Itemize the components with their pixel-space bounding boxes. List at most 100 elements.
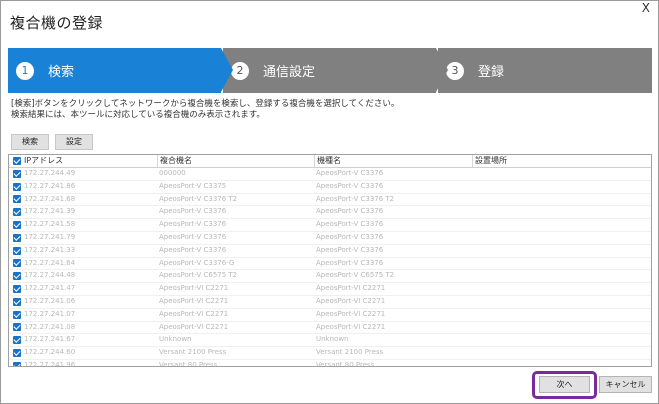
cell-model-name: ApeosPort-V C3376 xyxy=(316,220,384,229)
row-checkbox[interactable] xyxy=(13,285,21,294)
ip-text: 172.27.241.47 xyxy=(24,284,76,293)
cell-ip-address: 172.27.241.06 xyxy=(9,296,157,308)
select-all-checkbox[interactable] xyxy=(13,157,21,165)
row-checkbox[interactable] xyxy=(13,233,21,242)
header-device-name[interactable]: 複合機名 xyxy=(157,155,314,167)
cell-model-name: ApeosPort-VI C2271 xyxy=(316,296,386,305)
table-toolbar: 検索 設定 xyxy=(11,134,93,150)
cell-model-name: ApeosPort-VI C2271 xyxy=(316,284,386,293)
cell-device-name: ApeosPort-V C3376-G xyxy=(159,258,235,267)
table-row[interactable]: 172.27.241.79 ApeosPort-V C3376 ApeosPort-… xyxy=(9,232,651,245)
step-label: 登録 xyxy=(478,65,505,80)
cell-device-name: Versant 80 Press xyxy=(159,360,218,367)
cell-model-name: ApeosPort-V C3376 xyxy=(316,258,384,267)
cell-model-name: ApeosPort-V C3376 xyxy=(316,169,384,177)
row-checkbox[interactable] xyxy=(13,336,21,345)
instructions: [検索]ボタンをクリックしてネットワークから複合機を検索し、登録する複合機を選択… xyxy=(11,99,399,121)
cell-ip-address: 172.27.241.68 xyxy=(9,194,157,206)
cell-device-name: ApeosPort-VI C2271 xyxy=(159,309,229,318)
table-row[interactable]: 172.27.241.47 ApeosPort-VI C2271 ApeosPort… xyxy=(9,283,651,296)
step-number: 2 xyxy=(231,61,249,80)
cell-model-name: ApeosPort-V C3376 xyxy=(316,207,384,216)
row-checkbox[interactable] xyxy=(13,349,21,358)
header-model-name[interactable]: 機種名 xyxy=(314,155,472,167)
cell-ip-address: 172.27.241.47 xyxy=(9,283,157,295)
row-checkbox[interactable] xyxy=(13,361,21,366)
search-button[interactable]: 検索 xyxy=(11,134,49,150)
row-checkbox[interactable] xyxy=(13,323,21,332)
table-row[interactable]: 172.27.241.33 ApeosPort-V C3376 ApeosPort-… xyxy=(9,245,651,258)
row-checkbox[interactable] xyxy=(13,182,21,191)
cell-location xyxy=(472,360,651,366)
cell-device-name: ApeosPort-VI C2271 xyxy=(159,284,229,293)
row-checkbox[interactable] xyxy=(13,310,21,319)
row-checkbox[interactable] xyxy=(13,221,21,230)
cell-model-name: ApeosPort-V C3376 xyxy=(316,245,384,254)
ip-text: 172.27.241.68 xyxy=(24,194,76,203)
table-row[interactable]: 172.27.241.08 ApeosPort-VI C2271 ApeosPort… xyxy=(9,322,651,335)
cell-ip-address: 172.27.241.33 xyxy=(9,245,157,257)
step-label: 通信設定 xyxy=(263,65,316,80)
table-row[interactable]: 172.27.241.58 ApeosPort-V C3376 ApeosPort-… xyxy=(9,219,651,232)
cell-ip-address: 172.27.244.60 xyxy=(9,347,157,359)
cancel-button[interactable]: キャンセル xyxy=(599,376,652,393)
table-row[interactable]: 172.27.241.68 ApeosPort-V C3376 T2 ApeosPo… xyxy=(9,194,651,207)
table-row[interactable]: 172.27.241.39 ApeosPort-V C3376 ApeosPort-… xyxy=(9,206,651,220)
cell-ip-address: 172.27.241.67 xyxy=(9,334,157,346)
cell-device-name: ApeosPort-VI C2271 xyxy=(159,296,229,305)
cell-location xyxy=(472,347,651,359)
row-checkbox[interactable] xyxy=(13,195,21,204)
table-row[interactable]: 172.27.241.07 ApeosPort-VI C2271 ApeosPort… xyxy=(9,309,651,322)
cell-location xyxy=(472,245,651,257)
cell-device-name: 000000 xyxy=(159,169,186,177)
table-row[interactable]: 172.27.244.49 000000 ApeosPort-V C3376 xyxy=(9,168,651,181)
ip-text: 172.27.241.06 xyxy=(24,296,76,305)
ip-text: 172.27.244.48 xyxy=(24,271,76,280)
cell-model-name: Versant 2100 Press xyxy=(316,348,384,357)
table-row[interactable]: 172.27.244.48 ApeosPort-V C6575 T2 ApeosPo… xyxy=(9,270,651,284)
table-row[interactable]: 172.27.241.06 ApeosPort-VI C2271 ApeosPort… xyxy=(9,296,651,309)
table-row[interactable]: 172.27.241.86 ApeosPort-V C3375 ApeosPort-… xyxy=(9,181,651,194)
cell-location xyxy=(472,258,651,270)
device-table: IPアドレス 複合機名 機種名 設置場所 172.27.244.49 000000… xyxy=(8,154,652,367)
ip-text: 172.27.244.60 xyxy=(24,348,76,357)
cell-ip-address: 172.27.241.79 xyxy=(9,232,157,244)
cell-location xyxy=(472,270,651,282)
header-location[interactable]: 設置場所 xyxy=(472,155,651,167)
cell-ip-address: 172.27.241.64 xyxy=(9,258,157,270)
row-checkbox[interactable] xyxy=(13,272,21,281)
row-checkbox[interactable] xyxy=(13,259,21,268)
ip-text: 172.27.241.67 xyxy=(24,335,76,344)
row-checkbox[interactable] xyxy=(13,208,21,217)
table-body: 172.27.244.49 000000 ApeosPort-V C3376 172.… xyxy=(9,168,651,367)
ip-text: 172.27.241.39 xyxy=(24,207,76,216)
table-row[interactable]: 172.27.241.96 Versant 80 Press Versant 80 … xyxy=(9,360,651,367)
table-row[interactable]: 172.27.241.64 ApeosPort-V C3376-G ApeosPor… xyxy=(9,258,651,271)
cell-ip-address: 172.27.241.39 xyxy=(9,206,157,218)
settings-button[interactable]: 設定 xyxy=(55,134,93,150)
step-label: 検索 xyxy=(48,65,75,80)
next-button[interactable]: 次へ xyxy=(539,376,590,393)
cell-ip-address: 172.27.241.08 xyxy=(9,322,157,334)
cell-device-name: ApeosPort-VI C2271 xyxy=(159,322,229,331)
ip-text: 172.27.241.58 xyxy=(24,220,76,229)
cell-location xyxy=(472,219,651,231)
close-icon[interactable]: X xyxy=(642,1,650,15)
cell-location xyxy=(472,296,651,308)
row-checkbox[interactable] xyxy=(13,169,21,178)
row-checkbox[interactable] xyxy=(13,297,21,306)
cell-device-name: ApeosPort-V C3376 xyxy=(159,232,227,241)
table-row[interactable]: 172.27.244.60 Versant 2100 Press Versant 2… xyxy=(9,347,651,360)
ip-text: 172.27.244.49 xyxy=(24,169,76,177)
cell-device-name: ApeosPort-V C3376 xyxy=(159,220,227,229)
header-ip-address[interactable]: IPアドレス xyxy=(9,155,157,167)
register-device-dialog: 複合機の登録 X 1 検索 2 通信設定 3 登録 [検索]ボタンをクリックして… xyxy=(0,0,659,404)
ip-text: 172.27.241.33 xyxy=(24,245,76,254)
cell-model-name: Unknown xyxy=(316,335,349,344)
table-row[interactable]: 172.27.241.67 Unknown Unknown xyxy=(9,334,651,348)
row-checkbox[interactable] xyxy=(13,246,21,255)
instruction-line: 検索結果には、本ツールに対応している複合機のみ表示されます。 xyxy=(11,110,265,120)
cell-ip-address: 172.27.241.58 xyxy=(9,219,157,231)
step-register: 3 登録 xyxy=(438,48,652,93)
table-header: IPアドレス 複合機名 機種名 設置場所 xyxy=(9,155,651,168)
